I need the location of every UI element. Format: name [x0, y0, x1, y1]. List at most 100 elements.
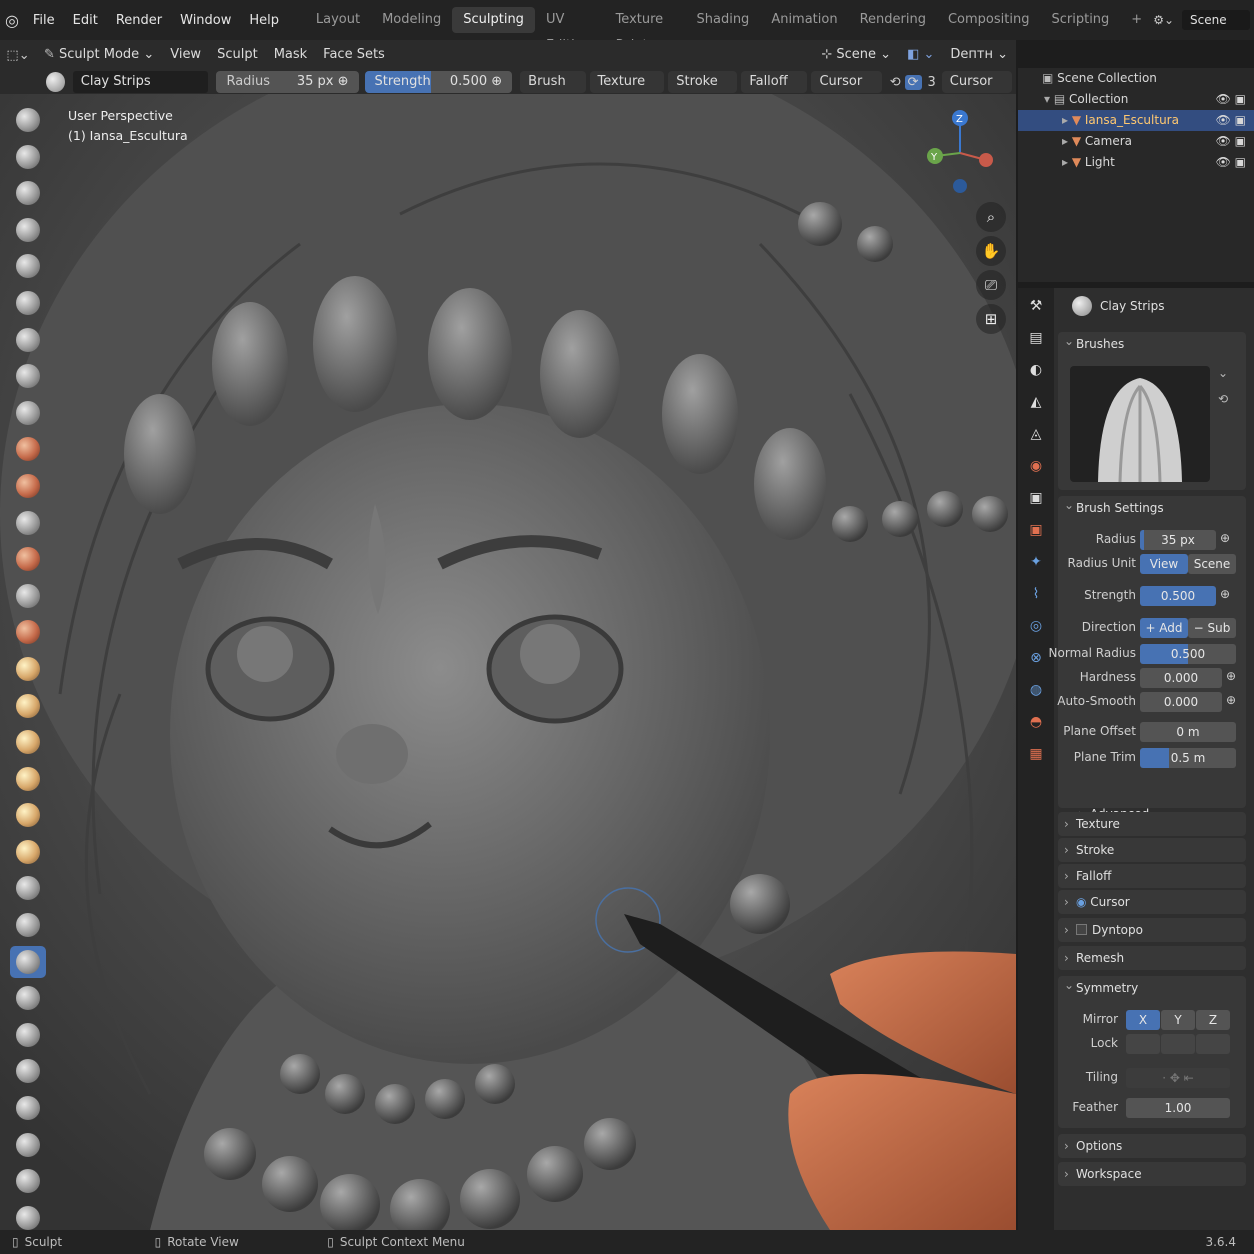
tool-draw-sharp[interactable]	[10, 141, 46, 173]
3d-viewport[interactable]: User Perspective (1) Iansa_Escultura Z Y…	[0, 94, 1016, 1230]
material-tab-icon[interactable]: ◓	[1022, 708, 1050, 736]
symmetry-active-icon[interactable]: ⟳	[904, 74, 922, 90]
options-panel[interactable]: Options	[1058, 1134, 1246, 1158]
texture-tab-icon[interactable]: ▦	[1022, 740, 1050, 768]
tool-inflate[interactable]	[10, 324, 46, 356]
tool-snake-hook[interactable]	[10, 726, 46, 758]
blender-logo-icon[interactable]: ◎	[0, 11, 24, 30]
expand-arrow-icon[interactable]: ▾	[1044, 92, 1054, 106]
cursor-options-dropdown[interactable]: Cursor	[941, 71, 1013, 93]
lock-z-button[interactable]	[1196, 1034, 1230, 1054]
menu-render[interactable]: Render	[107, 13, 171, 28]
navigation-gizmo[interactable]: Z Y	[920, 108, 1000, 198]
strength-pressure-icon[interactable]: ⊕	[491, 74, 502, 89]
tool-paint[interactable]	[10, 1165, 46, 1197]
tool-scrape[interactable]	[10, 543, 46, 575]
output-tab-icon[interactable]: ◐	[1022, 356, 1050, 384]
tool-flatten[interactable]	[10, 470, 46, 502]
tool-cloth[interactable]	[10, 982, 46, 1014]
strength-input[interactable]: 0.500	[1140, 586, 1216, 606]
texture-dropdown[interactable]: Texture	[589, 71, 665, 93]
tool-clay-thumb[interactable]	[10, 250, 46, 282]
tool-boundary[interactable]	[10, 945, 46, 978]
tool-blob[interactable]	[10, 360, 46, 392]
object-tab-icon[interactable]: ▣	[1022, 516, 1050, 544]
outliner-item-light[interactable]: ▸ ▼ Light 👁 ▣	[1018, 152, 1254, 173]
stroke-panel[interactable]: Stroke	[1058, 838, 1246, 862]
plane-trim-input[interactable]: 0.5 m	[1140, 748, 1236, 768]
visibility-eye-icon[interactable]: 👁 ▣	[1216, 89, 1246, 110]
depth-dropdown[interactable]: Deптн ⌄	[942, 44, 1016, 66]
tool-crease[interactable]	[10, 397, 46, 429]
tool-multires-displacement[interactable]	[10, 1129, 46, 1161]
radius-field[interactable]: Radius 35 px ⊕	[216, 71, 359, 93]
zoom-icon[interactable]: ⌕	[976, 202, 1006, 232]
brush-dropdown[interactable]: Brush	[520, 71, 586, 93]
menu-help[interactable]: Help	[240, 13, 288, 28]
pressure-icon[interactable]: ⊕	[338, 74, 349, 89]
tab-scripting[interactable]: Scripting	[1040, 7, 1120, 33]
tool-fill[interactable]	[10, 507, 46, 539]
normal-radius-input[interactable]: 0.500	[1140, 644, 1236, 664]
symmetry-icon[interactable]: ⟲	[890, 75, 901, 90]
particles-tab-icon[interactable]: ⌇	[1022, 580, 1050, 608]
tool-nudge[interactable]	[10, 836, 46, 868]
gizmo-neg-z[interactable]	[953, 179, 967, 193]
view-layer-tab-icon[interactable]: ◭	[1022, 388, 1050, 416]
tool-mask[interactable]	[10, 1055, 46, 1087]
snap-icon[interactable]: ◧ ⌄	[899, 44, 942, 66]
outliner-item-iansa[interactable]: ▸ ▼ Iansa_Escultura 👁 ▣	[1018, 110, 1254, 131]
tool-draw-face-sets[interactable]	[10, 1092, 46, 1124]
tool-pose[interactable]	[10, 799, 46, 831]
brush-settings-header[interactable]: Brush Settings	[1058, 493, 1246, 520]
menu-edit[interactable]: Edit	[64, 13, 107, 28]
texture-panel[interactable]: Texture	[1058, 812, 1246, 836]
tool-draw[interactable]	[10, 104, 46, 136]
hardness-pressure-icon[interactable]: ⊕	[1226, 669, 1236, 683]
tool-smear[interactable]	[10, 1202, 46, 1234]
hardness-input[interactable]: 0.000	[1140, 668, 1222, 688]
workspace-panel[interactable]: Workspace	[1058, 1162, 1246, 1186]
transform-orientation-dropdown[interactable]: ⊹ Scene ⌄	[813, 44, 899, 66]
tab-layout[interactable]: Layout	[305, 7, 371, 33]
tool-grab[interactable]	[10, 653, 46, 685]
tool-simplify[interactable]	[10, 1019, 46, 1051]
scene-tab-icon[interactable]: ◬	[1022, 420, 1050, 448]
tool-smooth[interactable]	[10, 433, 46, 465]
tab-uv-editing[interactable]: UV Editing	[535, 7, 605, 53]
falloff-dropdown[interactable]: Falloff	[741, 71, 808, 93]
scene-name[interactable]: Scene	[1182, 10, 1250, 30]
tool-clay[interactable]	[10, 177, 46, 209]
ortho-toggle-icon[interactable]: ⊞	[976, 304, 1006, 334]
physics-tab-icon[interactable]: ◎	[1022, 612, 1050, 640]
brush-preview-icon[interactable]	[46, 72, 65, 92]
tab-modeling[interactable]: Modeling	[371, 7, 452, 33]
visibility-eye-icon[interactable]: 👁 ▣	[1216, 152, 1246, 173]
menu-window[interactable]: Window	[171, 13, 240, 28]
tool-slide-relax[interactable]	[10, 909, 46, 941]
brushes-header[interactable]: Brushes	[1058, 329, 1246, 356]
radius-unit-scene-button[interactable]: Scene	[1188, 554, 1236, 574]
tab-compositing[interactable]: Compositing	[937, 7, 1041, 33]
editor-type-icon[interactable]: ⬚⌄	[0, 48, 36, 63]
tiling-control[interactable]: · ✥ ⇤	[1126, 1068, 1230, 1088]
camera-view-icon[interactable]: ⎚	[976, 270, 1006, 300]
lock-x-button[interactable]	[1126, 1034, 1160, 1054]
remesh-panel[interactable]: Remesh	[1058, 946, 1246, 970]
visibility-eye-icon[interactable]: 👁 ▣	[1216, 131, 1246, 152]
tool-pinch[interactable]	[10, 616, 46, 648]
brush-browse-icon[interactable]: ⌄	[1218, 366, 1228, 380]
brush-name-field[interactable]: Clay Strips	[72, 71, 209, 93]
menu-file[interactable]: File	[24, 13, 64, 28]
feather-input[interactable]: 1.00	[1126, 1098, 1230, 1118]
stroke-dropdown[interactable]: Stroke	[668, 71, 738, 93]
mirror-x-button[interactable]: X	[1126, 1010, 1160, 1030]
strength-field[interactable]: Strength 0.500 ⊕	[364, 71, 513, 93]
tab-shading[interactable]: Shading	[686, 7, 761, 33]
gizmo-x-axis[interactable]	[979, 153, 993, 167]
render-tab-icon[interactable]: ▤	[1022, 324, 1050, 352]
tab-texture-paint[interactable]: Texture Paint	[605, 7, 686, 53]
tool-elastic-deform[interactable]	[10, 690, 46, 722]
tool-layer[interactable]	[10, 287, 46, 319]
tab-rendering[interactable]: Rendering	[849, 7, 937, 33]
